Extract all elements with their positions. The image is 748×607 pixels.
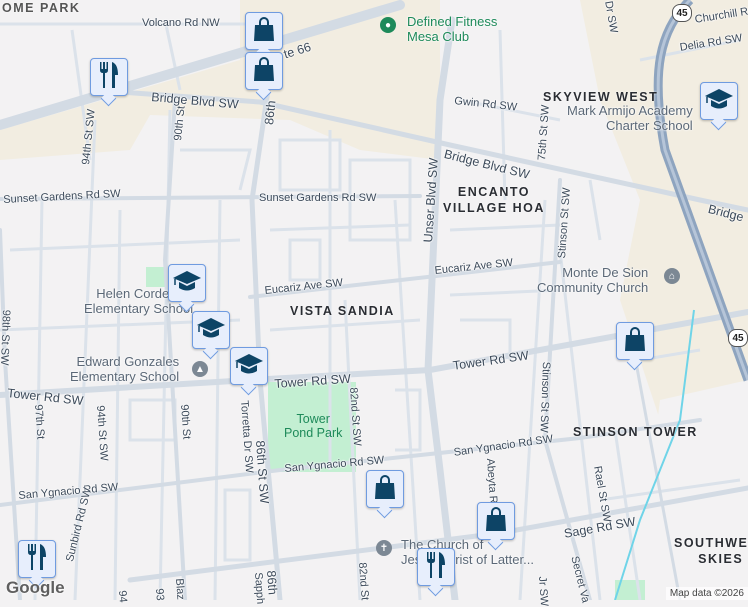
road-label: 93 — [153, 588, 166, 602]
poi-mark-armijo-academy[interactable]: Mark Armijo Academy Charter School — [567, 103, 693, 133]
fork-knife-icon — [424, 551, 448, 584]
restaurant-marker[interactable] — [417, 548, 455, 586]
shopping-marker[interactable] — [477, 502, 515, 540]
graduation-cap-icon — [196, 316, 226, 345]
poi-monte-de-sion-church[interactable]: Monte De Sion Community Church — [537, 265, 648, 295]
road-label: Sunset Gardens Rd SW — [259, 192, 377, 204]
road-label: 82nd St — [356, 562, 371, 601]
road-label: 94 — [116, 590, 129, 604]
shopping-bag-icon — [484, 506, 508, 537]
neighborhood-label: ENCANTO VILLAGE HOA — [443, 185, 545, 215]
shopping-marker[interactable] — [616, 322, 654, 360]
shopping-bag-icon — [373, 474, 397, 505]
road-label: Stinson St SW — [537, 361, 552, 433]
interstate-shield: 45 — [672, 4, 692, 22]
school-marker[interactable] — [700, 82, 738, 120]
poi-tower-pond-park[interactable]: Tower Pond Park — [284, 412, 342, 440]
86th-st — [249, 87, 283, 600]
shopping-bag-icon — [623, 326, 647, 357]
church-pin-icon[interactable]: ⌂ — [664, 268, 680, 284]
fitness-pin-icon[interactable]: ● — [380, 17, 396, 33]
google-logo: Google — [6, 578, 65, 597]
map-attribution[interactable]: Map data ©2026 — [665, 587, 748, 600]
graduation-cap-icon — [704, 87, 734, 116]
interstate-shield: 45 — [728, 329, 748, 347]
graduation-cap-icon — [172, 269, 202, 298]
road-label: 97th St — [32, 404, 47, 440]
shopping-marker[interactable] — [245, 52, 283, 90]
road-label: 86th — [264, 570, 280, 596]
shopping-marker[interactable] — [366, 470, 404, 508]
shopping-bag-icon — [252, 56, 276, 87]
poi-edward-gonzales-school[interactable]: Edward Gonzales Elementary School — [70, 354, 179, 384]
school-marker[interactable] — [168, 264, 206, 302]
poi-defined-fitness[interactable]: Defined Fitness Mesa Club — [407, 14, 497, 44]
restaurant-marker[interactable] — [18, 540, 56, 578]
road-label: 90th St — [178, 404, 193, 440]
road-label: 86th — [262, 99, 279, 126]
road-label: Volcano Rd NW — [142, 17, 220, 29]
road-label: Jr SW — [536, 576, 551, 607]
school-marker[interactable] — [192, 311, 230, 349]
school-pin-icon[interactable]: ▲ — [192, 361, 208, 377]
fork-knife-icon — [97, 61, 121, 94]
neighborhood-label: SOUTHWEST SKIES — [674, 536, 748, 566]
church-cross-icon[interactable]: ✝ — [376, 540, 392, 556]
neighborhood-label: STINSON TOWER — [573, 425, 698, 439]
restaurant-marker[interactable] — [90, 58, 128, 96]
graduation-cap-icon — [234, 352, 264, 381]
98th-st — [0, 228, 22, 600]
school-marker[interactable] — [230, 347, 268, 385]
neighborhood-label: VISTA SANDIA — [290, 304, 395, 318]
neighborhood-label: OME PARK — [2, 1, 81, 15]
fork-knife-icon — [25, 543, 49, 576]
road-label: Blaz — [173, 578, 187, 601]
shopping-bag-icon — [252, 16, 276, 47]
road-label: 98th St SW — [0, 309, 13, 366]
shopping-marker[interactable] — [245, 12, 283, 50]
